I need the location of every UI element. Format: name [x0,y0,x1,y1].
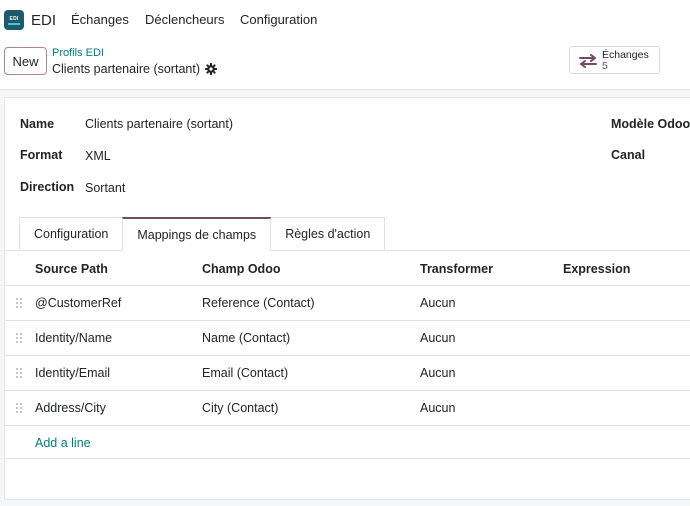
tab-mappings-de-champs[interactable]: Mappings de champs [122,217,272,251]
direction-label: Direction [20,180,75,194]
name-value[interactable]: Clients partenaire (sortant) [85,117,233,131]
form-sheet: Name Clients partenaire (sortant) Format… [4,97,690,500]
table-row[interactable]: Identity/Name Name (Contact) Aucun [5,321,690,356]
app-icon-text: EDI [9,15,19,22]
transformer-cell: Aucun [420,296,456,310]
menu-declencheurs[interactable]: Déclencheurs [145,12,225,27]
modele-odoo-label: Modèle Odoo [611,117,690,131]
column-header-champ-odoo[interactable]: Champ Odoo [202,262,280,276]
table-row[interactable]: Address/City City (Contact) Aucun [5,391,690,426]
new-button[interactable]: New [4,47,47,75]
exchange-arrows-icon [579,54,597,68]
format-label: Format [20,148,63,162]
column-header-transformer[interactable]: Transformer [420,262,493,276]
app-brand[interactable]: EDI [31,12,56,29]
name-label: Name [20,117,55,131]
champ-odoo-cell: City (Contact) [202,401,279,415]
drag-handle-icon[interactable] [15,402,23,414]
source-path-cell: Identity/Email [35,366,111,380]
breadcrumb-current: Clients partenaire (sortant) [52,62,217,76]
echanges-smart-button[interactable]: Échanges 5 [569,46,660,74]
record-title: Clients partenaire (sortant) [52,62,200,76]
format-value[interactable]: XML [85,149,111,163]
drag-handle-icon[interactable] [15,297,23,309]
smart-button-label: Échanges [602,49,649,61]
menu-echanges[interactable]: Échanges [71,12,129,27]
transformer-cell: Aucun [420,366,456,380]
champ-odoo-cell: Email (Contact) [202,366,289,380]
control-panel: New Profils EDI Clients partenaire (sort… [0,40,690,90]
direction-value[interactable]: Sortant [85,181,125,195]
champ-odoo-cell: Name (Contact) [202,331,291,345]
table-row[interactable]: Identity/Email Email (Contact) Aucun [5,356,690,391]
add-a-line-link[interactable]: Add a line [35,436,91,450]
table-row[interactable]: @CustomerRef Reference (Contact) Aucun [5,286,690,321]
gear-icon[interactable] [204,63,217,75]
transformer-cell: Aucun [420,331,456,345]
source-path-cell: @CustomerRef [35,296,122,310]
column-header-source-path[interactable]: Source Path [35,262,108,276]
smart-button-count: 5 [602,60,608,72]
source-path-cell: Address/City [35,401,106,415]
edi-app-icon[interactable]: EDI [4,10,24,30]
drag-handle-icon[interactable] [15,367,23,379]
tab-regles-d-action[interactable]: Règles d'action [270,217,386,251]
tab-configuration[interactable]: Configuration [19,217,124,251]
notebook-tabs: Configuration Mappings de champs Règles … [19,217,386,251]
top-navbar: EDI EDI Échanges Déclencheurs Configurat… [0,0,690,40]
menu-configuration[interactable]: Configuration [240,12,317,27]
source-path-cell: Identity/Name [35,331,113,345]
breadcrumb-parent[interactable]: Profils EDI [52,47,104,59]
transformer-cell: Aucun [420,401,456,415]
champ-odoo-cell: Reference (Contact) [202,296,315,310]
column-header-expression[interactable]: Expression [563,262,630,276]
canal-label: Canal [611,148,646,162]
drag-handle-icon[interactable] [15,332,23,344]
